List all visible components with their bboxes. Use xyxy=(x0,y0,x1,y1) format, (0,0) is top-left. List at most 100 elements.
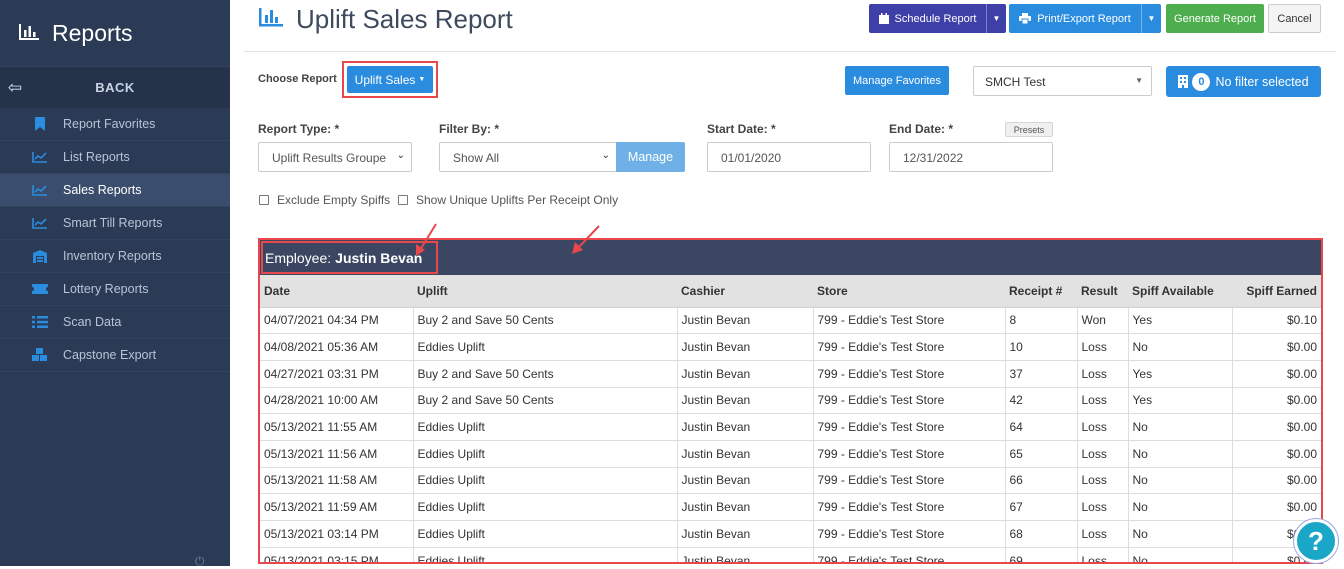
manage-favorites-button[interactable]: Manage Favorites xyxy=(845,66,949,95)
column-header-result[interactable]: Result xyxy=(1077,275,1128,308)
sidebar-item-list-reports[interactable]: List Reports xyxy=(0,141,230,174)
checkbox-box[interactable] xyxy=(259,195,269,205)
cell-date: 05/13/2021 11:55 AM xyxy=(260,413,414,441)
boxes-icon xyxy=(30,348,50,362)
exclude-empty-spiffs-label: Exclude Empty Spiffs xyxy=(277,193,391,207)
schedule-report-button[interactable]: Schedule Report ▼ xyxy=(869,4,1006,33)
cell-receipt: 66 xyxy=(1005,467,1078,495)
sidebar-item-lottery-reports[interactable]: Lottery Reports xyxy=(0,273,230,306)
exclude-empty-spiffs-checkbox[interactable]: Exclude Empty Spiffs xyxy=(259,193,390,207)
cell-result: Loss xyxy=(1077,413,1129,441)
cell-cashier: Justin Bevan xyxy=(677,387,814,415)
ticket-icon xyxy=(30,283,50,295)
cell-receipt: 8 xyxy=(1005,307,1078,335)
cell-date: 05/13/2021 11:59 AM xyxy=(260,493,414,521)
back-button[interactable]: ⇦ BACK xyxy=(0,66,230,108)
start-date-input[interactable]: 01/01/2020 xyxy=(707,142,871,172)
cell-store: 799 - Eddie's Test Store xyxy=(813,493,1006,521)
cell-receipt: 10 xyxy=(1005,333,1078,361)
generate-report-button[interactable]: Generate Report xyxy=(1166,4,1264,33)
caret-down-icon: ▼ xyxy=(418,76,426,83)
table-row: 04/07/2021 04:34 PM Buy 2 and Save 50 Cen… xyxy=(260,307,1321,335)
column-header-uplift[interactable]: Uplift xyxy=(413,275,677,308)
cell-date: 04/07/2021 04:34 PM xyxy=(260,307,414,335)
main-content: Uplift Sales Report Schedule Report ▼ Pr… xyxy=(244,0,1336,566)
column-header-spiff-available[interactable]: Spiff Available xyxy=(1128,275,1232,308)
choose-report-dropdown[interactable]: Uplift Sales ▼ xyxy=(347,66,433,93)
sidebar-item-label: List Reports xyxy=(63,150,130,164)
sidebar-item-scan-data[interactable]: Scan Data xyxy=(0,306,230,339)
power-icon[interactable]: ⏻ xyxy=(195,554,215,568)
filter-by-select[interactable]: Show All ⌄ xyxy=(439,142,617,172)
report-type-select[interactable]: Uplift Results Groupe ⌄ xyxy=(258,142,412,172)
cell-spiff-available: No xyxy=(1128,547,1233,562)
cell-uplift: Eddies Uplift xyxy=(413,440,678,468)
presets-button[interactable]: Presets xyxy=(1005,122,1053,137)
help-button[interactable]: ? xyxy=(1294,519,1338,563)
bookmark-icon xyxy=(30,117,50,131)
cell-store: 799 - Eddie's Test Store xyxy=(813,440,1006,468)
unique-uplifts-checkbox[interactable]: Show Unique Uplifts Per Receipt Only xyxy=(398,193,618,207)
cell-uplift: Eddies Uplift xyxy=(413,520,678,548)
cell-uplift: Eddies Uplift xyxy=(413,467,678,495)
print-export-button[interactable]: Print/Export Report ▼ xyxy=(1009,4,1161,33)
sidebar-item-smart-till-reports[interactable]: Smart Till Reports xyxy=(0,207,230,240)
filter-button[interactable]: 0 No filter selected xyxy=(1166,66,1321,97)
report-type-label: Report Type: * xyxy=(258,122,340,136)
employee-group-header: Employee: Justin Bevan xyxy=(260,240,1321,275)
choose-report-label: Choose Report xyxy=(258,73,337,85)
cell-store: 799 - Eddie's Test Store xyxy=(813,387,1006,415)
cell-spiff-available: Yes xyxy=(1128,387,1233,415)
cell-store: 799 - Eddie's Test Store xyxy=(813,333,1006,361)
manage-button[interactable]: Manage xyxy=(616,142,685,172)
cell-spiff-earned: $0.00 xyxy=(1232,440,1321,468)
sidebar-item-label: Inventory Reports xyxy=(63,249,162,263)
cell-store: 799 - Eddie's Test Store xyxy=(813,520,1006,548)
cell-date: 05/13/2021 03:14 PM xyxy=(260,520,414,548)
end-date-label: End Date: * xyxy=(889,122,954,136)
schedule-report-label: Schedule Report xyxy=(894,12,977,25)
store-select-value: SMCH Test xyxy=(985,75,1046,89)
cell-spiff-available: No xyxy=(1128,493,1233,521)
back-arrow-icon: ⇦ xyxy=(7,77,23,97)
cell-spiff-available: No xyxy=(1128,413,1233,441)
cell-cashier: Justin Bevan xyxy=(677,360,814,388)
sidebar-item-report-favorites[interactable]: Report Favorites xyxy=(0,108,230,141)
table-row: 05/13/2021 11:58 AM Eddies Uplift Justin B… xyxy=(260,467,1321,495)
cancel-button[interactable]: Cancel xyxy=(1268,4,1321,33)
sidebar-item-inventory-reports[interactable]: Inventory Reports xyxy=(0,240,230,273)
cell-result: Loss xyxy=(1077,547,1129,562)
building-icon xyxy=(1178,75,1189,88)
sidebar: Reports ⇦ BACK Report Favorites List Rep… xyxy=(0,0,230,568)
cell-result: Loss xyxy=(1077,440,1129,468)
cell-cashier: Justin Bevan xyxy=(677,467,814,495)
line-chart-icon xyxy=(30,151,50,163)
cell-store: 799 - Eddie's Test Store xyxy=(813,547,1006,562)
sidebar-item-capstone-export[interactable]: Capstone Export xyxy=(0,339,230,372)
cell-uplift: Eddies Uplift xyxy=(413,413,678,441)
cell-date: 05/13/2021 11:56 AM xyxy=(260,440,414,468)
column-header-spiff-earned[interactable]: Spiff Earned xyxy=(1232,275,1321,308)
sidebar-item-sales-reports[interactable]: Sales Reports xyxy=(0,174,230,207)
cell-uplift: Buy 2 and Save 50 Cents xyxy=(413,387,678,415)
column-header-store[interactable]: Store xyxy=(813,275,1005,308)
chevron-down-icon[interactable]: ▼ xyxy=(986,4,1006,33)
end-date-input[interactable]: 12/31/2022 xyxy=(889,142,1053,172)
sidebar-item-label: Smart Till Reports xyxy=(63,216,163,230)
sidebar-title: Reports xyxy=(52,19,133,46)
calendar-icon xyxy=(878,13,889,24)
store-select[interactable]: SMCH Test ▼ xyxy=(973,66,1152,96)
table-row: 05/13/2021 11:59 AM Eddies Uplift Justin B… xyxy=(260,493,1321,521)
chevron-down-icon[interactable]: ▼ xyxy=(1141,4,1161,33)
table-row: 05/13/2021 11:55 AM Eddies Uplift Justin B… xyxy=(260,413,1321,441)
column-header-receipt[interactable]: Receipt # xyxy=(1005,275,1077,308)
filter-count-badge: 0 xyxy=(1192,72,1211,91)
employee-prefix: Employee: xyxy=(265,249,332,266)
column-header-date[interactable]: Date xyxy=(260,275,413,308)
end-date-value: 12/31/2022 xyxy=(903,151,964,165)
cell-result: Won xyxy=(1077,307,1129,335)
sidebar-item-label: Report Favorites xyxy=(63,117,156,131)
checkbox-box[interactable] xyxy=(398,195,408,205)
back-label: BACK xyxy=(95,80,135,95)
column-header-cashier[interactable]: Cashier xyxy=(677,275,813,308)
